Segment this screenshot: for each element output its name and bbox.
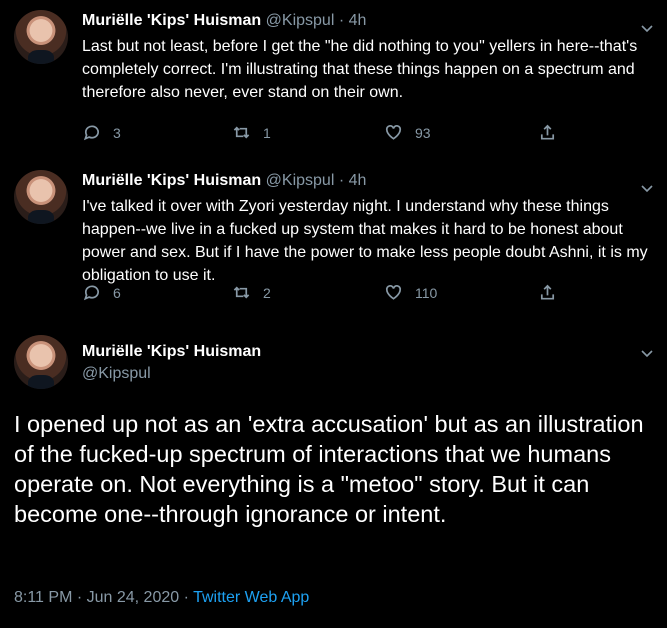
handle[interactable]: @Kipspul	[266, 12, 335, 29]
timestamp[interactable]: 4h	[349, 12, 367, 29]
tweet-actions: 6 2 110	[82, 283, 562, 303]
reply-button[interactable]: 6	[82, 283, 121, 302]
retweet-button[interactable]: 2	[232, 283, 271, 302]
display-name[interactable]: Muriëlle 'Kips' Huisman	[82, 12, 261, 29]
timestamp[interactable]: 8:11 PM · Jun 24, 2020 ·	[14, 589, 193, 606]
tweet-footer: 8:11 PM · Jun 24, 2020 · Twitter Web App	[14, 589, 309, 607]
tweet-text: I've talked it over with Zyori yesterday…	[82, 198, 648, 284]
chevron-down-icon[interactable]	[641, 345, 653, 358]
chevron-down-icon[interactable]	[641, 180, 653, 193]
share-icon	[540, 284, 555, 300]
reply-icon	[83, 285, 99, 301]
reply-icon	[83, 125, 99, 141]
like-button[interactable]: 93	[384, 123, 431, 142]
source-link[interactable]: Twitter Web App	[193, 589, 309, 606]
share-icon	[540, 124, 555, 140]
retweet-button[interactable]: 1	[232, 123, 271, 142]
like-count: 110	[415, 284, 438, 301]
tweet-header: Muriëlle 'Kips' Huisman @Kipspul · 4h	[82, 12, 366, 30]
share-button[interactable]	[538, 123, 569, 142]
tweet-header: Muriëlle 'Kips' Huisman	[82, 343, 261, 361]
avatar[interactable]	[14, 170, 68, 224]
avatar[interactable]	[14, 335, 68, 389]
tweet-header: Muriëlle 'Kips' Huisman @Kipspul · 4h	[82, 172, 366, 190]
display-name[interactable]: Muriëlle 'Kips' Huisman	[82, 343, 261, 360]
tweet[interactable]: Muriëlle 'Kips' Huisman @Kipspul · 4h La…	[0, 0, 667, 160]
retweet-icon	[233, 126, 250, 139]
separator: ·	[334, 172, 349, 189]
avatar[interactable]	[14, 10, 68, 64]
tweet-text: Last but not least, before I get the "he…	[82, 38, 638, 101]
main-tweet-text: I opened up not as an 'extra accusation'…	[14, 411, 644, 527]
like-icon	[385, 284, 402, 300]
retweet-count: 1	[263, 124, 271, 141]
reply-count: 6	[113, 284, 121, 301]
handle[interactable]: @Kipspul	[266, 172, 335, 189]
retweet-count: 2	[263, 284, 271, 301]
tweet-actions: 3 1 93	[82, 123, 562, 143]
handle[interactable]: @Kipspul	[82, 365, 151, 383]
display-name[interactable]: Muriëlle 'Kips' Huisman	[82, 172, 261, 189]
main-tweet[interactable]: Muriëlle 'Kips' Huisman @Kipspul I opene…	[0, 325, 667, 628]
separator: ·	[334, 12, 349, 29]
chevron-down-icon[interactable]	[641, 20, 653, 33]
like-count: 93	[415, 124, 431, 141]
like-button[interactable]: 110	[384, 283, 437, 302]
share-button[interactable]	[538, 283, 569, 302]
tweet[interactable]: Muriëlle 'Kips' Huisman @Kipspul · 4h I'…	[0, 160, 667, 320]
reply-button[interactable]: 3	[82, 123, 121, 142]
retweet-icon	[233, 286, 250, 299]
reply-count: 3	[113, 124, 121, 141]
like-icon	[385, 124, 402, 140]
timestamp[interactable]: 4h	[349, 172, 367, 189]
